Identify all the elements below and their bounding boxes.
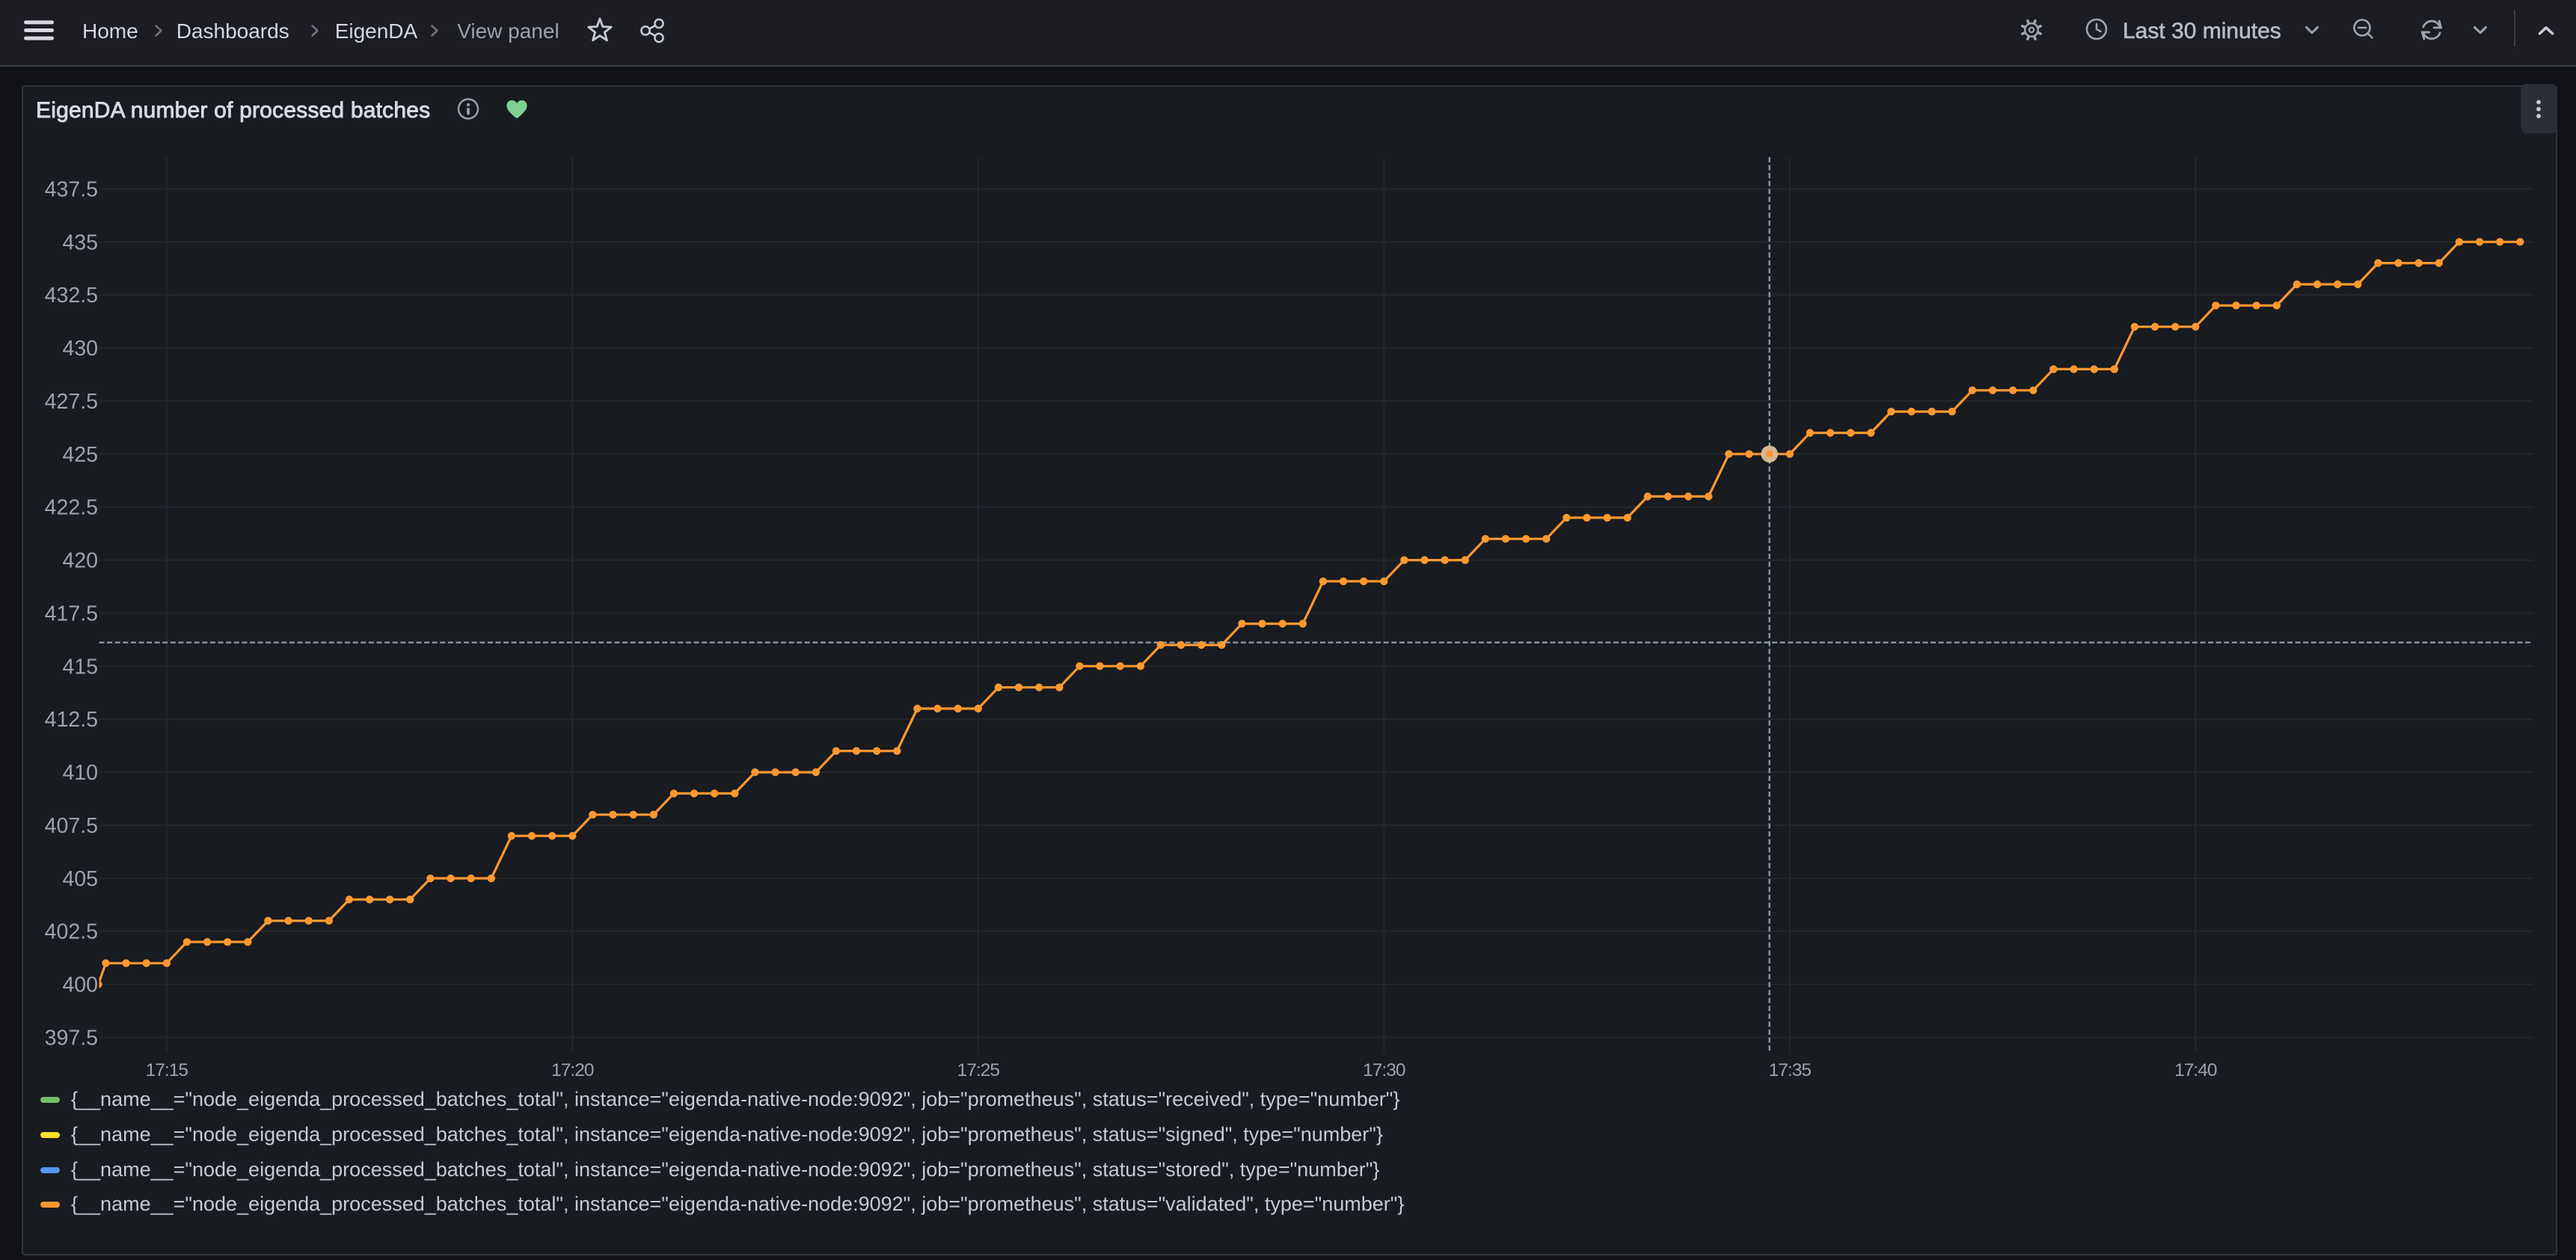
svg-text:420: 420 bbox=[62, 549, 98, 573]
svg-text:415: 415 bbox=[62, 655, 98, 679]
svg-text:435: 435 bbox=[62, 230, 98, 254]
svg-text:437.5: 437.5 bbox=[45, 177, 98, 201]
svg-text:17:30: 17:30 bbox=[1363, 1060, 1405, 1080]
svg-text:412.5: 412.5 bbox=[45, 708, 98, 732]
svg-text:425: 425 bbox=[62, 443, 98, 467]
svg-text:17:35: 17:35 bbox=[1769, 1060, 1812, 1080]
svg-text:17:15: 17:15 bbox=[146, 1060, 188, 1080]
svg-text:422.5: 422.5 bbox=[45, 496, 98, 520]
svg-text:407.5: 407.5 bbox=[45, 814, 98, 838]
svg-text:17:25: 17:25 bbox=[957, 1060, 1000, 1080]
svg-text:417.5: 417.5 bbox=[45, 602, 98, 626]
svg-text:430: 430 bbox=[62, 337, 98, 361]
svg-text:397.5: 397.5 bbox=[45, 1027, 98, 1050]
svg-text:402.5: 402.5 bbox=[45, 920, 98, 944]
svg-text:410: 410 bbox=[62, 761, 98, 785]
svg-text:17:20: 17:20 bbox=[551, 1060, 594, 1080]
svg-text:400: 400 bbox=[62, 973, 98, 997]
svg-text:427.5: 427.5 bbox=[45, 390, 98, 414]
svg-text:432.5: 432.5 bbox=[45, 284, 98, 308]
svg-text:405: 405 bbox=[62, 867, 98, 891]
svg-text:17:40: 17:40 bbox=[2174, 1060, 2217, 1080]
